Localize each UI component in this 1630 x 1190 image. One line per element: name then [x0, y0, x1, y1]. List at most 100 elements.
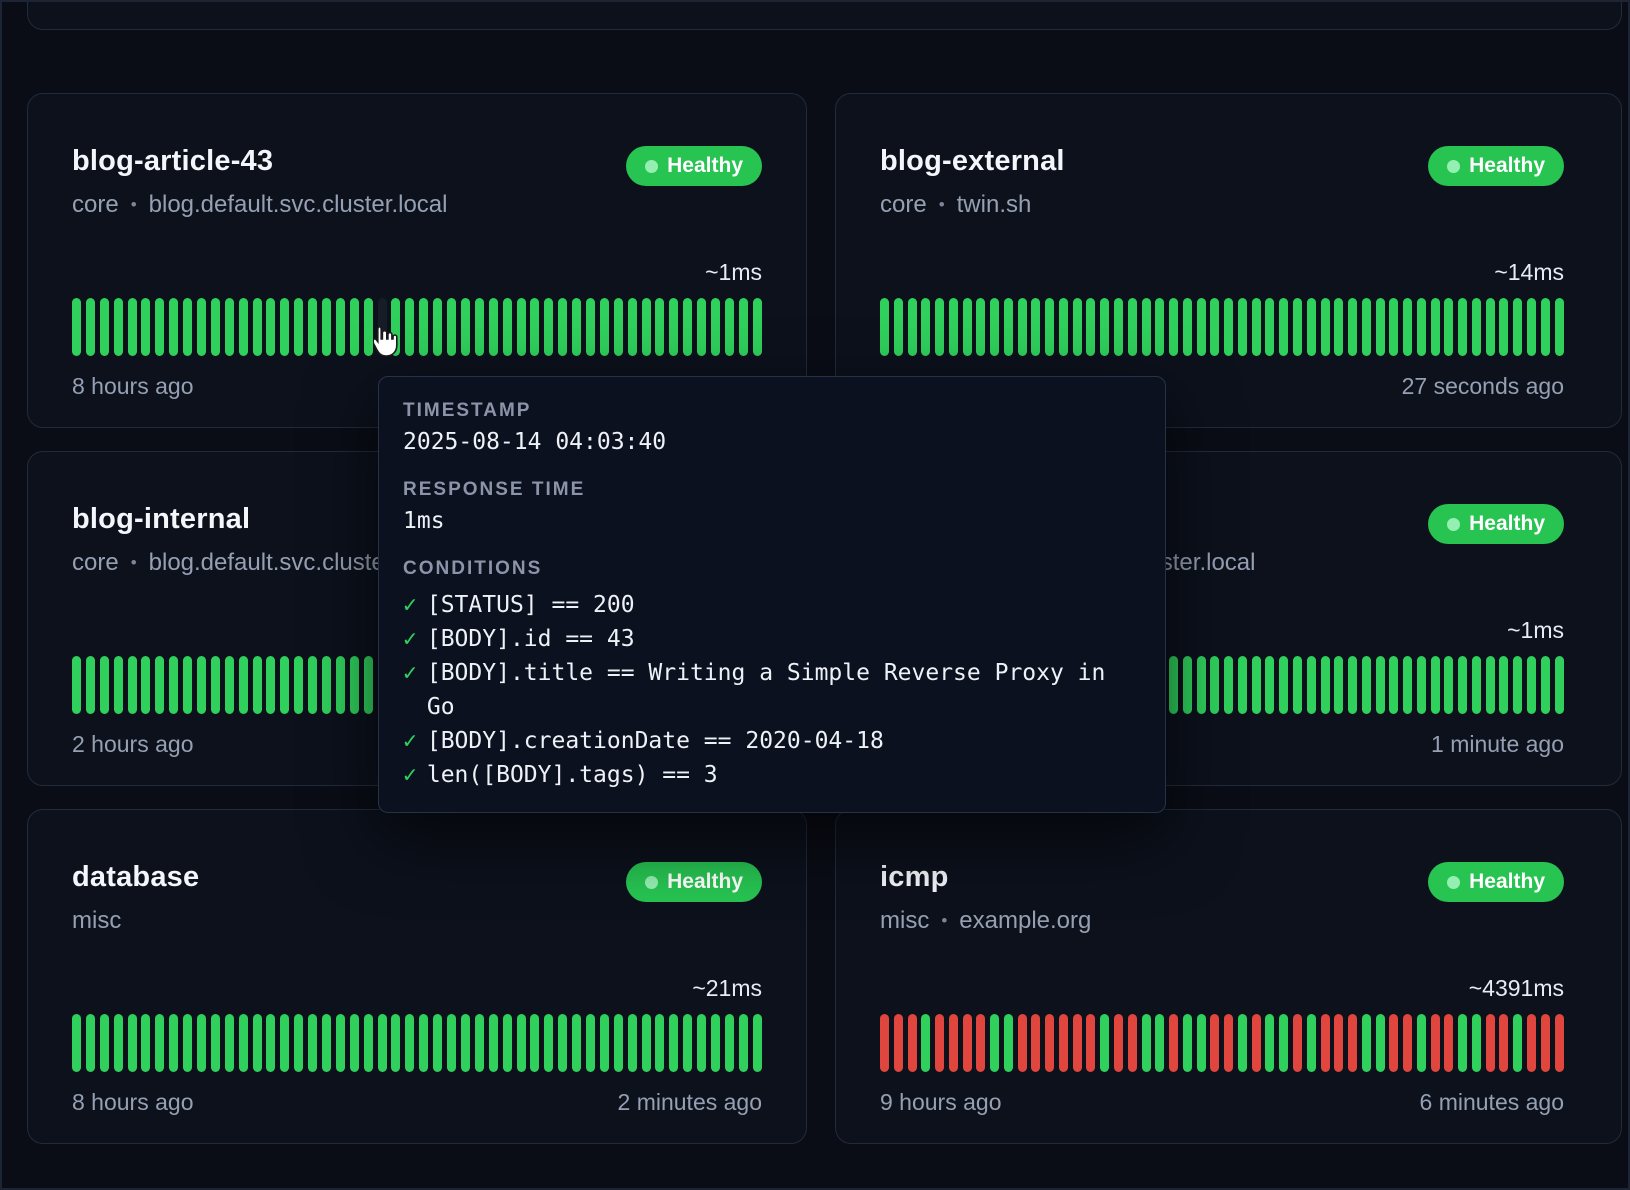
uptime-bar[interactable]: [1321, 1014, 1330, 1072]
uptime-bar[interactable]: [280, 656, 289, 714]
uptime-bar[interactable]: [475, 298, 484, 356]
uptime-bar[interactable]: [1431, 1014, 1440, 1072]
uptime-bar[interactable]: [1362, 298, 1371, 356]
uptime-bar[interactable]: [1128, 1014, 1137, 1072]
uptime-bar[interactable]: [1197, 656, 1206, 714]
uptime-bar[interactable]: [1183, 1014, 1192, 1072]
uptime-bar[interactable]: [1472, 656, 1481, 714]
uptime-bar[interactable]: [239, 1014, 248, 1072]
uptime-bar[interactable]: [1334, 656, 1343, 714]
uptime-bar[interactable]: [211, 1014, 220, 1072]
uptime-bar[interactable]: [155, 298, 164, 356]
uptime-bar[interactable]: [725, 1014, 734, 1072]
uptime-bar[interactable]: [655, 298, 664, 356]
uptime-bar[interactable]: [336, 298, 345, 356]
uptime-bar[interactable]: [308, 1014, 317, 1072]
uptime-bar[interactable]: [558, 1014, 567, 1072]
uptime-bar[interactable]: [1458, 656, 1467, 714]
uptime-bar[interactable]: [921, 1014, 930, 1072]
uptime-bar[interactable]: [141, 298, 150, 356]
uptime-bar[interactable]: [1417, 298, 1426, 356]
uptime-bar[interactable]: [225, 656, 234, 714]
uptime-bar[interactable]: [1527, 1014, 1536, 1072]
uptime-bar[interactable]: [1045, 298, 1054, 356]
uptime-bar[interactable]: [1142, 298, 1151, 356]
uptime-bar[interactable]: [336, 1014, 345, 1072]
uptime-bar[interactable]: [739, 298, 748, 356]
uptime-bar[interactable]: [1321, 298, 1330, 356]
uptime-bar[interactable]: [128, 656, 137, 714]
uptime-bar[interactable]: [1541, 656, 1550, 714]
uptime-bar[interactable]: [419, 298, 428, 356]
uptime-bar[interactable]: [503, 298, 512, 356]
uptime-bar[interactable]: [155, 1014, 164, 1072]
uptime-bar[interactable]: [1307, 298, 1316, 356]
uptime-bar[interactable]: [935, 1014, 944, 1072]
uptime-bar[interactable]: [1238, 656, 1247, 714]
uptime-bar[interactable]: [280, 1014, 289, 1072]
uptime-bar[interactable]: [949, 1014, 958, 1072]
uptime-bar[interactable]: [197, 298, 206, 356]
uptime-bar[interactable]: [921, 298, 930, 356]
uptime-bar[interactable]: [1307, 1014, 1316, 1072]
uptime-bar[interactable]: [908, 1014, 917, 1072]
uptime-bar[interactable]: [1513, 656, 1522, 714]
uptime-bar[interactable]: [1403, 656, 1412, 714]
uptime-bar[interactable]: [530, 298, 539, 356]
uptime-bar[interactable]: [1100, 298, 1109, 356]
uptime-bar[interactable]: [1224, 298, 1233, 356]
uptime-bar[interactable]: [1100, 1014, 1109, 1072]
uptime-bar[interactable]: [239, 656, 248, 714]
uptime-bar[interactable]: [753, 298, 762, 356]
uptime-bar[interactable]: [1348, 298, 1357, 356]
uptime-bar[interactable]: [1004, 1014, 1013, 1072]
uptime-bar[interactable]: [1458, 298, 1467, 356]
uptime-bar[interactable]: [935, 298, 944, 356]
uptime-bar[interactable]: [1004, 298, 1013, 356]
uptime-bar[interactable]: [253, 656, 262, 714]
uptime-bar[interactable]: [211, 298, 220, 356]
uptime-bar[interactable]: [378, 1014, 387, 1072]
uptime-bar[interactable]: [1169, 656, 1178, 714]
uptime-bar[interactable]: [1086, 298, 1095, 356]
uptime-bar[interactable]: [266, 1014, 275, 1072]
uptime-bar[interactable]: [697, 298, 706, 356]
uptime-bar[interactable]: [642, 298, 651, 356]
uptime-bar[interactable]: [183, 656, 192, 714]
uptime-bar[interactable]: [266, 656, 275, 714]
uptime-bar[interactable]: [1210, 656, 1219, 714]
uptime-bar[interactable]: [294, 656, 303, 714]
uptime-bar[interactable]: [419, 1014, 428, 1072]
uptime-bar[interactable]: [683, 298, 692, 356]
uptime-bar[interactable]: [475, 1014, 484, 1072]
uptime-bar[interactable]: [1486, 656, 1495, 714]
uptime-bar[interactable]: [225, 1014, 234, 1072]
uptime-bar[interactable]: [1169, 298, 1178, 356]
uptime-bar[interactable]: [391, 1014, 400, 1072]
uptime-bar[interactable]: [655, 1014, 664, 1072]
uptime-bar[interactable]: [1059, 298, 1068, 356]
uptime-bar[interactable]: [114, 298, 123, 356]
uptime-bar[interactable]: [614, 1014, 623, 1072]
uptime-bar[interactable]: [239, 298, 248, 356]
uptime-bar[interactable]: [1431, 298, 1440, 356]
uptime-bar[interactable]: [114, 656, 123, 714]
uptime-bar[interactable]: [308, 298, 317, 356]
uptime-bar[interactable]: [1238, 298, 1247, 356]
uptime-bar[interactable]: [963, 1014, 972, 1072]
uptime-bar[interactable]: [586, 298, 595, 356]
uptime-bar[interactable]: [976, 298, 985, 356]
uptime-bar[interactable]: [100, 1014, 109, 1072]
uptime-bar[interactable]: [1541, 298, 1550, 356]
uptime-bar[interactable]: [1031, 1014, 1040, 1072]
uptime-bar[interactable]: [558, 298, 567, 356]
uptime-bar[interactable]: [1541, 1014, 1550, 1072]
uptime-bar[interactable]: [600, 1014, 609, 1072]
uptime-bar[interactable]: [572, 1014, 581, 1072]
uptime-bar[interactable]: [183, 298, 192, 356]
uptime-bar[interactable]: [1334, 1014, 1343, 1072]
uptime-bar[interactable]: [949, 298, 958, 356]
uptime-bar[interactable]: [1389, 1014, 1398, 1072]
uptime-bar[interactable]: [1472, 298, 1481, 356]
uptime-bar[interactable]: [1183, 656, 1192, 714]
